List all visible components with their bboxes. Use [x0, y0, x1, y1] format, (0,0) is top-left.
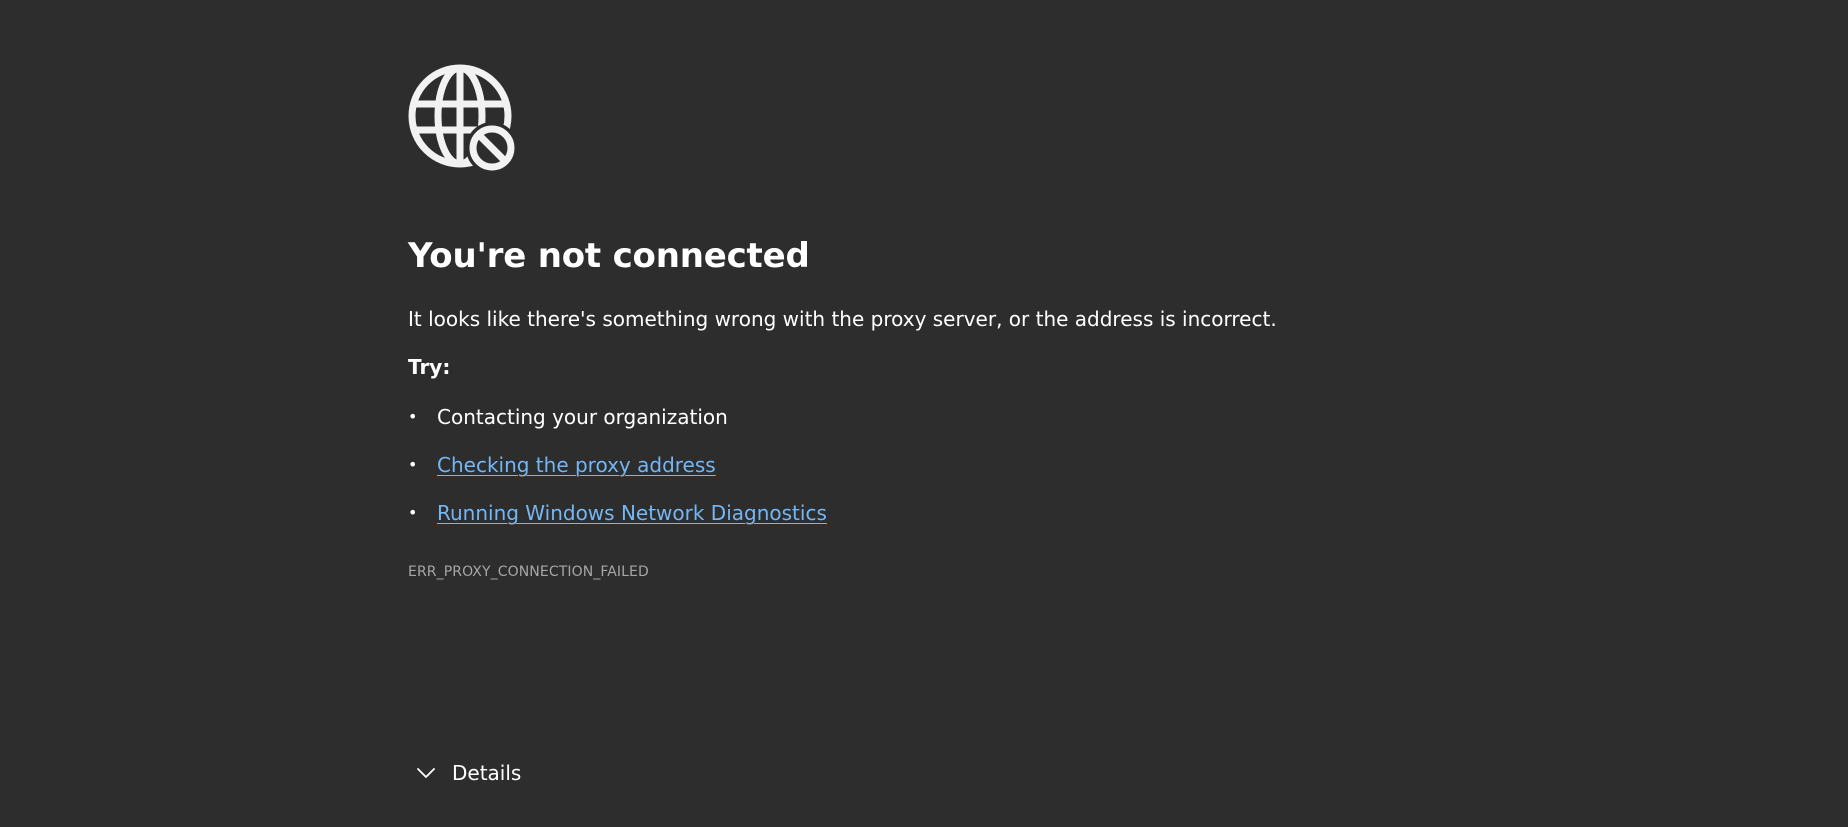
check-proxy-address-link[interactable]: Checking the proxy address	[437, 453, 716, 477]
bullet-icon: •	[408, 407, 418, 426]
error-code: ERR_PROXY_CONNECTION_FAILED	[408, 564, 649, 580]
globe-blocked-icon	[408, 64, 518, 174]
details-label: Details	[452, 761, 522, 785]
list-item: • Running Windows Network Diagnostics	[408, 499, 827, 547]
chevron-down-icon	[417, 768, 435, 778]
suggestion-contact-organization: Contacting your organization	[437, 405, 728, 429]
error-description: It looks like there's something wrong wi…	[408, 307, 1277, 331]
suggestion-list: • Contacting your organization • Checkin…	[408, 403, 827, 547]
try-label: Try:	[408, 355, 451, 379]
page-title: You're not connected	[408, 236, 810, 276]
error-page: You're not connected It looks like there…	[0, 0, 1848, 827]
details-button[interactable]: Details	[408, 759, 521, 787]
list-item: • Checking the proxy address	[408, 451, 827, 499]
bullet-icon: •	[408, 503, 418, 522]
list-item: • Contacting your organization	[408, 403, 827, 451]
bullet-icon: •	[408, 455, 418, 474]
error-content: You're not connected It looks like there…	[408, 64, 1448, 580]
network-diagnostics-link[interactable]: Running Windows Network Diagnostics	[437, 501, 827, 525]
